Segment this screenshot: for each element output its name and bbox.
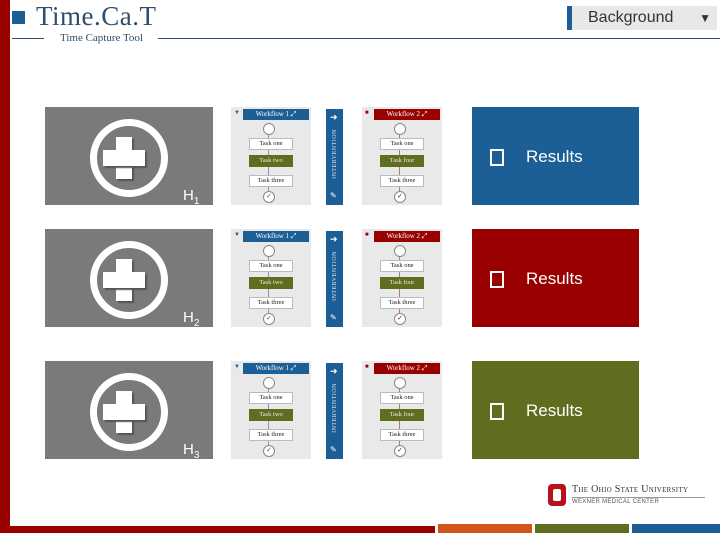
workflow-1-title: Workflow 1 ⤢ bbox=[243, 231, 309, 242]
workflow-2-title: Workflow 2 ⤢ bbox=[374, 109, 440, 120]
task-node[interactable]: Task three bbox=[380, 429, 424, 441]
workflow-2-title: Workflow 2 ⤢ bbox=[374, 363, 440, 374]
intervention-label: INTERVENTION bbox=[332, 251, 338, 301]
collapse-icon[interactable]: ■ bbox=[365, 364, 369, 370]
hypothesis-letter: H bbox=[183, 309, 194, 326]
workflow-2-card[interactable]: Workflow 2 ⤢ ■ Task one Task four Task t… bbox=[362, 361, 442, 459]
start-node-icon bbox=[263, 377, 275, 389]
results-label: Results bbox=[526, 401, 583, 420]
workflow-1-title: Workflow 1 ⤢ bbox=[243, 363, 309, 374]
hypothesis-label: H3 bbox=[183, 441, 199, 461]
task-node[interactable]: Task three bbox=[249, 297, 293, 309]
document-icon bbox=[490, 149, 504, 166]
results-button[interactable]: Results bbox=[472, 361, 639, 459]
plus-icon-bar bbox=[103, 404, 145, 420]
workflow-2-title: Workflow 2 ⤢ bbox=[374, 231, 440, 242]
hypothesis-number: 1 bbox=[193, 196, 200, 207]
task-node[interactable]: Task two bbox=[249, 277, 293, 289]
task-node[interactable]: Task three bbox=[380, 297, 424, 309]
task-node[interactable]: Task four bbox=[380, 409, 424, 421]
footer-bar-orange bbox=[438, 524, 532, 533]
pencil-icon: ✎ bbox=[330, 445, 337, 454]
logo-divider bbox=[572, 497, 705, 498]
document-icon bbox=[490, 403, 504, 420]
hypothesis-row: H2 Workflow 1 ⤢ ▼ Task one Task two Task… bbox=[0, 229, 720, 329]
hypothesis-row: H3 Workflow 1 ⤢ ▼ Task one Task two Task… bbox=[0, 361, 720, 461]
hypothesis-row: H1 Workflow 1 ⤢ ▼ Task one Task two Task… bbox=[0, 107, 720, 207]
title-bullet-icon bbox=[12, 11, 25, 24]
start-node-icon bbox=[263, 123, 275, 135]
task-node[interactable]: Task four bbox=[380, 155, 424, 167]
results-button[interactable]: Results bbox=[472, 229, 639, 327]
medical-center-name: WEXNER MEDICAL CENTER bbox=[572, 499, 660, 505]
end-node-icon: ✓ bbox=[394, 445, 406, 457]
task-node[interactable]: Task two bbox=[249, 409, 293, 421]
hypothesis-number: 2 bbox=[193, 318, 200, 329]
category-dropdown[interactable]: Background ▼ bbox=[567, 6, 717, 30]
intervention-button[interactable]: ➜ INTERVENTION ✎ bbox=[326, 363, 343, 459]
start-node-icon bbox=[263, 245, 275, 257]
task-node[interactable]: Task four bbox=[380, 277, 424, 289]
workflow-1-title: Workflow 1 ⤢ bbox=[243, 109, 309, 120]
results-button[interactable]: Results bbox=[472, 107, 639, 205]
end-node-icon: ✓ bbox=[263, 191, 275, 203]
task-node[interactable]: Task two bbox=[249, 155, 293, 167]
footer-bar-blue bbox=[632, 524, 720, 533]
end-node-icon: ✓ bbox=[263, 445, 275, 457]
document-icon bbox=[490, 271, 504, 288]
task-node[interactable]: Task three bbox=[249, 175, 293, 187]
intervention-button[interactable]: ➜ INTERVENTION ✎ bbox=[326, 109, 343, 205]
pencil-icon: ✎ bbox=[330, 313, 337, 322]
collapse-icon[interactable]: ▼ bbox=[234, 110, 240, 116]
task-node[interactable]: Task one bbox=[380, 392, 424, 404]
task-node[interactable]: Task one bbox=[249, 138, 293, 150]
task-node[interactable]: Task one bbox=[380, 138, 424, 150]
intervention-label: INTERVENTION bbox=[332, 129, 338, 179]
dropdown-accent bbox=[567, 6, 572, 30]
end-node-icon: ✓ bbox=[263, 313, 275, 325]
collapse-icon[interactable]: ■ bbox=[365, 232, 369, 238]
start-node-icon bbox=[394, 377, 406, 389]
results-label: Results bbox=[526, 147, 583, 166]
task-node[interactable]: Task one bbox=[249, 392, 293, 404]
app-subtitle: Time Capture Tool bbox=[60, 32, 143, 44]
workflow-2-card[interactable]: Workflow 2 ⤢ ■ Task one Task four Task t… bbox=[362, 107, 442, 205]
plus-icon-bar bbox=[103, 150, 145, 166]
pencil-icon: ✎ bbox=[330, 191, 337, 200]
hypothesis-number: 3 bbox=[193, 450, 200, 461]
collapse-icon[interactable]: ▼ bbox=[234, 364, 240, 370]
university-name: The Ohio State University bbox=[572, 484, 689, 495]
intervention-label: INTERVENTION bbox=[332, 383, 338, 433]
app-title: Time.Ca.T bbox=[36, 1, 157, 31]
header-divider-right bbox=[158, 38, 720, 39]
intervention-button[interactable]: ➜ INTERVENTION ✎ bbox=[326, 231, 343, 327]
footer-bar-red bbox=[0, 526, 435, 533]
header-divider-left bbox=[12, 38, 44, 39]
end-node-icon: ✓ bbox=[394, 313, 406, 325]
workflow-1-card[interactable]: Workflow 1 ⤢ ▼ Task one Task two Task th… bbox=[231, 361, 311, 459]
hypothesis-letter: H bbox=[183, 187, 194, 204]
hypothesis-label: H1 bbox=[183, 187, 199, 207]
hypothesis-label: H2 bbox=[183, 309, 199, 329]
workflow-1-card[interactable]: Workflow 1 ⤢ ▼ Task one Task two Task th… bbox=[231, 229, 311, 327]
dropdown-selected-value: Background bbox=[588, 9, 674, 26]
start-node-icon bbox=[394, 123, 406, 135]
workflow-2-card[interactable]: Workflow 2 ⤢ ■ Task one Task four Task t… bbox=[362, 229, 442, 327]
plus-icon-bar bbox=[103, 272, 145, 288]
workflow-1-card[interactable]: Workflow 1 ⤢ ▼ Task one Task two Task th… bbox=[231, 107, 311, 205]
task-node[interactable]: Task three bbox=[380, 175, 424, 187]
results-label: Results bbox=[526, 269, 583, 288]
osu-block-o-logo-icon bbox=[548, 484, 566, 506]
end-node-icon: ✓ bbox=[394, 191, 406, 203]
footer-bar-green bbox=[535, 524, 629, 533]
task-node[interactable]: Task one bbox=[380, 260, 424, 272]
hypothesis-letter: H bbox=[183, 441, 194, 458]
start-node-icon bbox=[394, 245, 406, 257]
collapse-icon[interactable]: ▼ bbox=[234, 232, 240, 238]
task-node[interactable]: Task one bbox=[249, 260, 293, 272]
task-node[interactable]: Task three bbox=[249, 429, 293, 441]
chevron-down-icon: ▼ bbox=[699, 11, 711, 25]
collapse-icon[interactable]: ■ bbox=[365, 110, 369, 116]
